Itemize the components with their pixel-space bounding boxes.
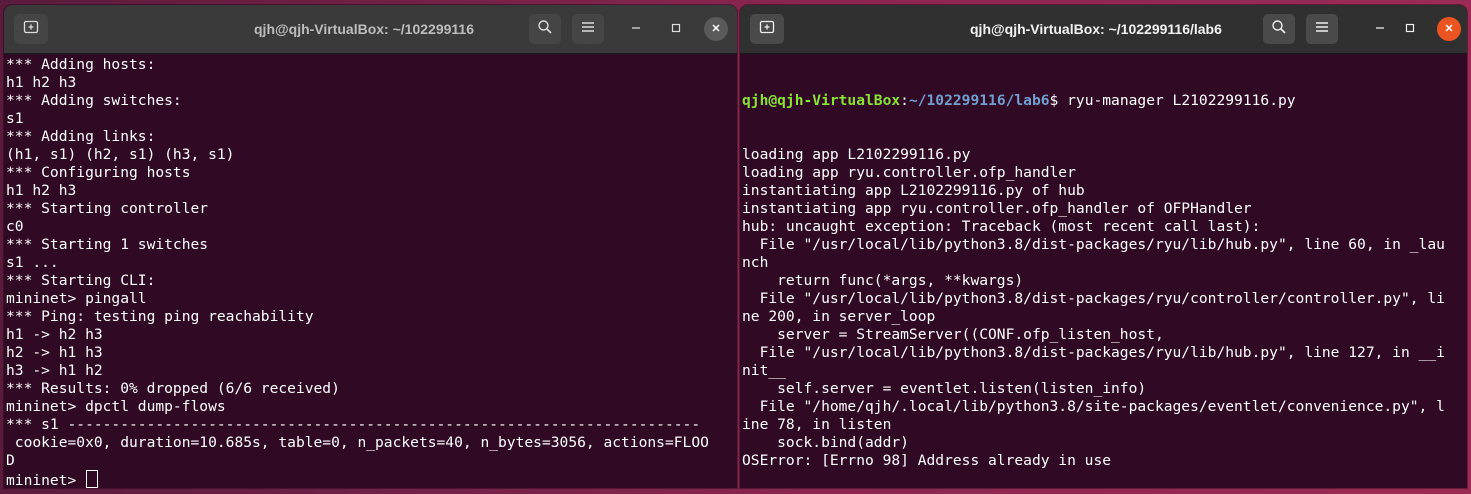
maximize-button[interactable]: [664, 17, 688, 41]
terminal-line: h3 -> h1 h2: [6, 362, 103, 379]
terminal-line: h2 -> h1 h3: [6, 344, 103, 361]
search-button[interactable]: [1263, 14, 1295, 44]
terminal-line: *** Adding hosts:: [6, 56, 156, 73]
window-title: qjh@qjh-VirtualBox: ~/102299116: [254, 21, 474, 37]
terminal-line: nit__: [742, 362, 786, 379]
terminal-line: server = StreamServer((CONF.ofp_listen_h…: [742, 326, 1164, 343]
terminal-line: mininet> dpctl dump-flows: [6, 398, 226, 415]
maximize-icon: [671, 22, 681, 37]
terminal-line: File "/usr/local/lib/python3.8/dist-pack…: [742, 290, 1445, 307]
terminal-line: *** Results: 0% dropped (6/6 received): [6, 380, 340, 397]
terminal-line: *** Starting CLI:: [6, 272, 156, 289]
maximize-icon: [1405, 22, 1415, 37]
search-icon: [537, 19, 553, 40]
terminal-line: File "/home/qjh/.local/lib/python3.8/sit…: [742, 398, 1445, 415]
mininet-prompt: mininet>: [6, 472, 86, 488]
menu-button[interactable]: [1306, 14, 1338, 44]
prompt-user-host: qjh@qjh-VirtualBox: [742, 92, 901, 109]
close-icon: [711, 22, 721, 37]
terminal-line: ine 78, in listen: [742, 416, 892, 433]
terminal-line: File "/usr/local/lib/python3.8/dist-pack…: [742, 344, 1445, 361]
titlebar[interactable]: qjh@qjh-VirtualBox: ~/102299116: [4, 5, 737, 54]
terminal-line: *** Ping: testing ping reachability: [6, 308, 314, 325]
terminal-line: D: [6, 452, 15, 469]
terminal-output[interactable]: *** Adding hosts: h1 h2 h3 *** Adding swit…: [4, 54, 737, 488]
terminal-line: return func(*args, **kwargs): [742, 272, 1024, 289]
hamburger-menu-icon: [581, 20, 595, 38]
terminal-line: mininet> pingall: [6, 290, 147, 307]
search-button[interactable]: [529, 14, 561, 44]
prompt-separator: :: [900, 92, 909, 109]
mininet-prompt-line[interactable]: mininet>: [6, 470, 735, 488]
prompt-symbol: $: [1049, 92, 1068, 109]
minimize-button[interactable]: [1368, 17, 1392, 41]
new-tab-icon: [23, 19, 39, 40]
menu-button[interactable]: [572, 14, 604, 44]
command-prompt-line: qjh@qjh-VirtualBox:~/102299116/lab6$ ryu…: [742, 92, 1465, 110]
new-tab-button[interactable]: [750, 14, 784, 44]
terminal-line: File "/usr/local/lib/python3.8/dist-pack…: [742, 236, 1445, 253]
terminal-line: sock.bind(addr): [742, 434, 909, 451]
terminal-line: h1 h2 h3: [6, 74, 77, 91]
terminal-window-mininet[interactable]: qjh@qjh-VirtualBox: ~/102299116 *** Addi…: [4, 5, 737, 488]
terminal-line: cookie=0x0, duration=10.685s, table=0, n…: [6, 434, 709, 451]
minimize-icon: [1375, 22, 1385, 37]
terminal-line: hub: uncaught exception: Traceback (most…: [742, 218, 1261, 235]
terminal-line: loading app L2102299116.py: [742, 146, 971, 163]
new-tab-icon: [759, 19, 775, 40]
close-button[interactable]: [1437, 17, 1461, 41]
window-title: qjh@qjh-VirtualBox: ~/102299116/lab6: [970, 21, 1222, 37]
close-icon: [1444, 22, 1454, 37]
terminal-line: *** Starting 1 switches: [6, 236, 209, 253]
terminal-line: instantiating app ryu.controller.ofp_han…: [742, 200, 1252, 217]
minimize-icon: [631, 22, 641, 37]
terminal-line: OSError: [Errno 98] Address already in u…: [742, 452, 1112, 469]
terminal-output[interactable]: qjh@qjh-VirtualBox:~/102299116/lab6$ ryu…: [740, 54, 1467, 488]
terminal-line: h1 -> h2 h3: [6, 326, 103, 343]
terminal-line: (h1, s1) (h2, s1) (h3, s1): [6, 146, 235, 163]
prompt-command: ryu-manager L2102299116.py: [1067, 92, 1296, 109]
terminal-line: ne 200, in server_loop: [742, 308, 936, 325]
terminal-line: instantiating app L2102299116.py of hub: [742, 182, 1085, 199]
terminal-line: s1 ...: [6, 254, 59, 271]
terminal-line: *** s1 ---------------------------------…: [6, 416, 701, 433]
terminal-line: self.server = eventlet.listen(listen_inf…: [742, 380, 1147, 397]
terminal-line: loading app ryu.controller.ofp_handler: [742, 164, 1076, 181]
new-tab-button[interactable]: [14, 14, 48, 44]
terminal-line: *** Adding links:: [6, 128, 156, 145]
terminal-line: c0: [6, 218, 24, 235]
search-icon: [1271, 19, 1287, 40]
terminal-line: nch: [742, 254, 769, 271]
terminal-line: *** Configuring hosts: [6, 164, 191, 181]
prompt-path: ~/102299116/lab6: [908, 92, 1050, 109]
close-button[interactable]: [704, 17, 728, 41]
text-cursor: [86, 470, 99, 488]
maximize-button[interactable]: [1398, 17, 1422, 41]
terminal-line: *** Adding switches:: [6, 92, 182, 109]
titlebar[interactable]: qjh@qjh-VirtualBox: ~/102299116/lab6: [740, 5, 1467, 54]
terminal-line: s1: [6, 110, 24, 127]
desktop-background: qjh@qjh-VirtualBox: ~/102299116 *** Addi…: [0, 0, 1471, 494]
hamburger-menu-icon: [1315, 20, 1329, 38]
terminal-line: *** Starting controller: [6, 200, 209, 217]
terminal-window-ryu[interactable]: qjh@qjh-VirtualBox: ~/102299116/lab6 qjh…: [740, 5, 1467, 488]
terminal-line: h1 h2 h3: [6, 182, 77, 199]
minimize-button[interactable]: [624, 17, 648, 41]
